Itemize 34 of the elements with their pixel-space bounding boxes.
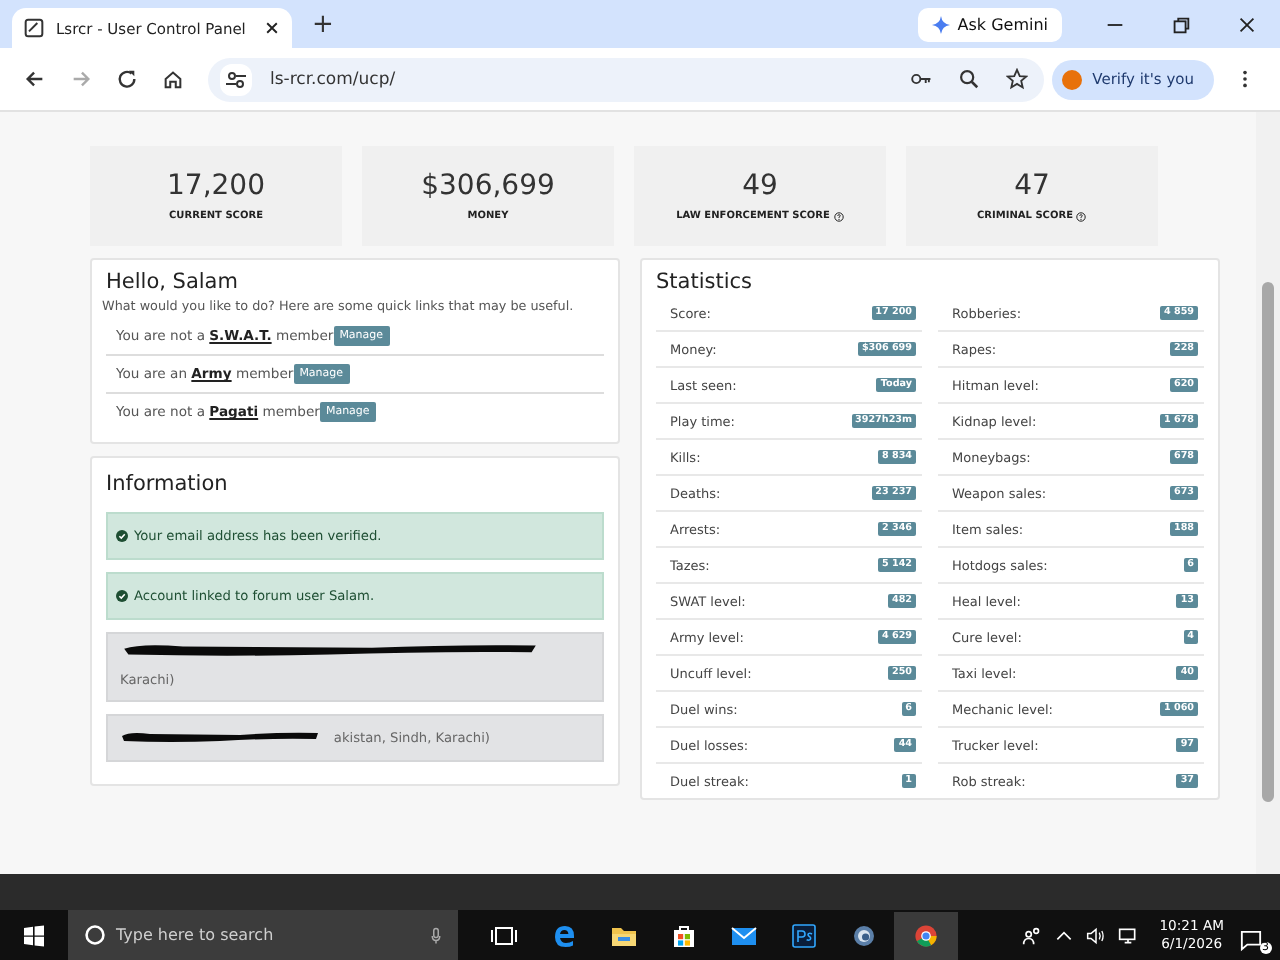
sparkle-icon <box>931 15 950 33</box>
taskbar-search-field[interactable]: Type here to search <box>68 910 458 960</box>
network-icon[interactable] <box>1117 925 1138 945</box>
panel-title: Hello, Salam <box>106 270 240 294</box>
score-value: $306,699 <box>421 170 555 202</box>
search-icon <box>84 924 106 946</box>
ask-gemini-button[interactable]: Ask Gemini <box>917 7 1062 41</box>
scrollbar[interactable] <box>1256 112 1280 874</box>
zoom-icon[interactable] <box>958 68 981 90</box>
score-value: 47 <box>1014 170 1050 202</box>
check-icon <box>116 530 128 542</box>
back-icon[interactable] <box>24 68 46 90</box>
close-icon[interactable] <box>264 20 280 36</box>
panel-title: Information <box>106 472 230 496</box>
help-icon[interactable] <box>833 211 844 221</box>
new-tab-button[interactable]: + <box>312 10 334 42</box>
reload-icon[interactable] <box>116 68 138 90</box>
page-icon <box>24 18 44 38</box>
site-settings-icon[interactable] <box>220 63 252 95</box>
home-icon[interactable] <box>162 68 184 90</box>
check-icon <box>116 590 128 602</box>
address-bar[interactable]: ls-rcr.com/ucp/ <box>208 57 1045 101</box>
score-value: 17,200 <box>167 170 265 202</box>
restore-icon[interactable] <box>1170 13 1192 35</box>
chrome-icon[interactable] <box>894 911 958 959</box>
help-icon[interactable] <box>1076 211 1087 221</box>
key-icon[interactable] <box>910 68 933 90</box>
star-icon[interactable] <box>1006 68 1029 90</box>
close-icon[interactable] <box>1236 13 1258 35</box>
panel-title: Statistics <box>656 270 754 294</box>
people-icon[interactable] <box>1021 925 1042 945</box>
speaker-icon[interactable] <box>1085 925 1106 945</box>
microphone-icon <box>430 925 442 945</box>
score-value: 49 <box>742 170 778 202</box>
